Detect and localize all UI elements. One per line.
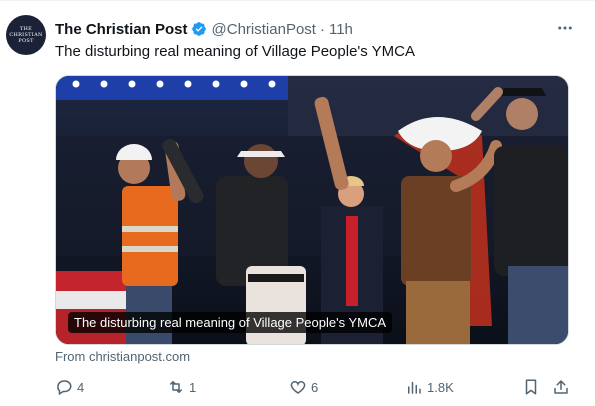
share-icon [554,380,568,394]
handle[interactable]: @ChristianPost [212,21,316,38]
reply-icon [57,380,72,396]
like-button[interactable]: 6 [289,375,318,399]
stage-photo-image [56,76,568,344]
retweet-count: 1 [189,379,197,395]
reply-button[interactable]: 4 [55,375,84,399]
retweet-button[interactable]: 1 [167,375,196,399]
more-options-icon[interactable] [553,17,577,39]
bookmark-icon [525,379,537,395]
views-count: 1.8K [427,379,454,395]
source-link[interactable]: From christianpost.com [55,349,190,364]
separator-dot: · [319,20,325,38]
avatar[interactable]: THE CHRISTIAN POST [6,15,46,55]
reply-count: 4 [77,379,85,395]
views-button[interactable]: 1.8K [405,375,454,399]
display-name[interactable]: The Christian Post [55,21,188,38]
verified-badge-icon[interactable] [191,21,207,37]
link-card-image[interactable]: The disturbing real meaning of Village P… [55,75,569,345]
views-chart-icon [408,381,421,394]
action-bar: 4 1 6 1.8K [55,375,575,399]
tweet[interactable]: THE CHRISTIAN POST The Christian Post @C… [0,0,595,406]
bookmark-button[interactable] [522,375,540,399]
christian-post-logo: THE CHRISTIAN POST [9,26,43,44]
card-caption: The disturbing real meaning of Village P… [68,312,393,333]
heart-icon [290,381,306,394]
share-button[interactable] [552,375,570,399]
timestamp[interactable]: 11h [329,21,353,38]
like-count: 6 [311,379,319,395]
tweet-text: The disturbing real meaning of Village P… [55,43,416,60]
retweet-icon [170,381,182,393]
tweet-header: The Christian Post @ChristianPost · 11h [55,19,555,39]
